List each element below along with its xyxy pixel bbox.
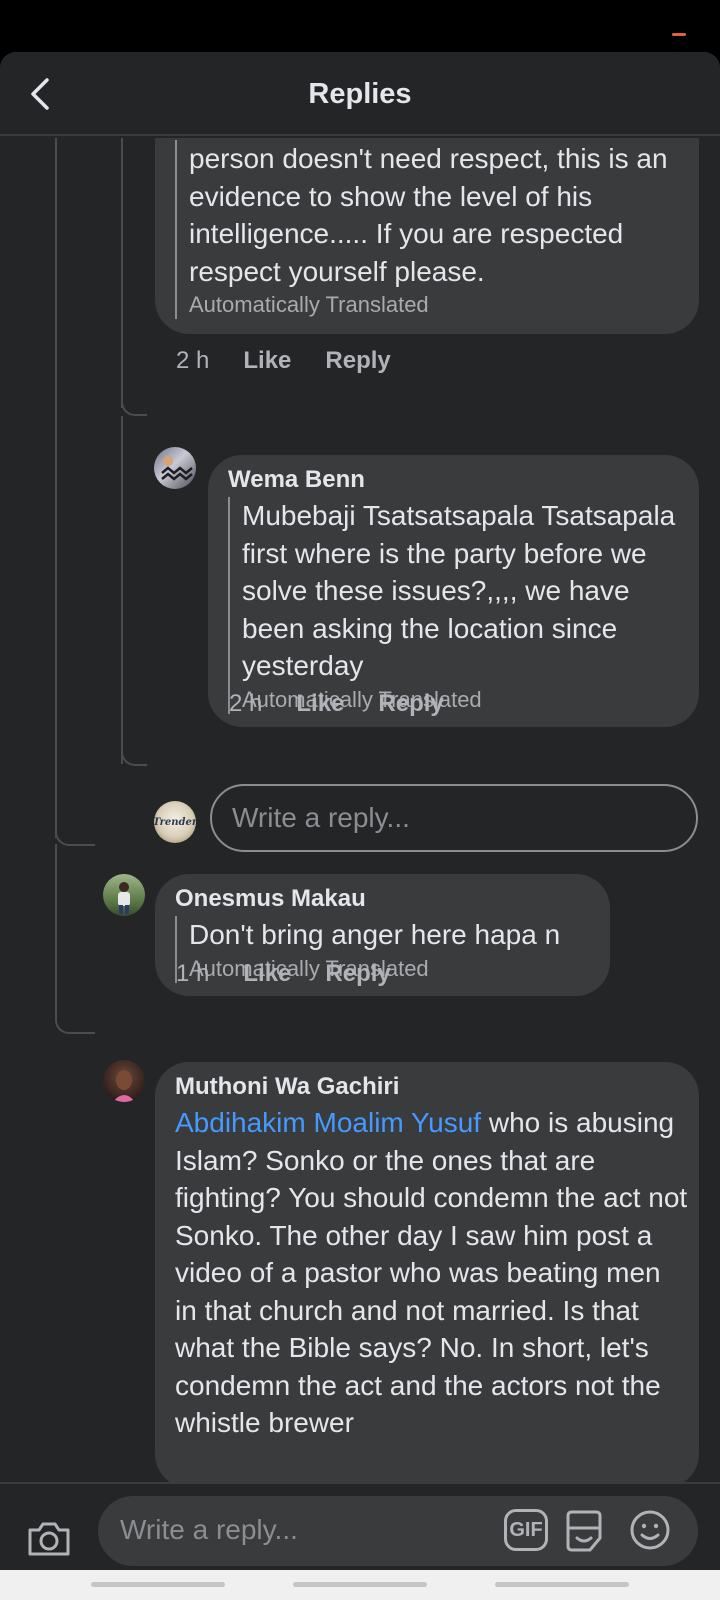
avatar-image [161,456,193,481]
comment-time: 1 h [176,960,210,987]
header: Replies [0,52,720,136]
status-bar [0,0,720,52]
avatar-logo-text: Trender [154,816,196,828]
translated-block: person doesn't need respect, this is an … [175,140,685,319]
comment-bubble: person doesn't need respect, this is an … [155,138,699,334]
translated-block: Mubebaji Tsatsatsapala Tsatsapala first … [228,497,683,714]
system-nav-bar [0,1570,720,1600]
mention-link[interactable]: Abdihakim Moalim Yusuf [175,1107,481,1138]
gif-label: GIF [509,1518,543,1541]
thread-elbow [55,828,95,846]
reply-button[interactable]: Reply [378,690,443,718]
replies-list: person doesn't need respect, this is an … [0,138,720,1482]
thread-line-inner-lower [121,416,123,764]
reply-button[interactable]: Reply [325,960,390,988]
inline-reply-placeholder: Write a reply... [232,802,410,833]
like-button[interactable]: Like [296,690,344,718]
composer-input[interactable]: Write a reply... GIF [98,1496,698,1566]
comment-author[interactable]: Muthoni Wa Gachiri [175,1072,399,1102]
thread-elbow [55,1016,95,1034]
avatar-image [118,882,130,914]
thread-line-outer-lower [55,844,57,1016]
comment-actions: 2 h Like Reply [229,690,444,718]
comment-bubble: Muthoni Wa Gachiri Abdihakim Moalim Yusu… [155,1062,699,1482]
nav-recents-button[interactable] [91,1582,225,1587]
composer-placeholder: Write a reply... [120,1514,298,1545]
comment-author[interactable]: Wema Benn [228,465,365,495]
like-button[interactable]: Like [243,347,291,375]
gif-button[interactable]: GIF [504,1509,548,1551]
avatar[interactable] [154,447,196,489]
thread-line-inner [121,138,123,408]
comment-bubble: Wema Benn Mubebaji Tsatsatsapala Tsatsap… [208,455,699,727]
emoji-icon [630,1510,670,1550]
comment-text: Mubebaji Tsatsatsapala Tsatsapala first … [242,500,676,681]
comment-time: 2 h [176,347,210,374]
like-button[interactable]: Like [243,960,291,988]
current-user-avatar: Trender [154,801,196,843]
camera-icon [28,1522,70,1556]
comment-actions: 2 h Like Reply [176,347,391,375]
comment-text: Don't bring anger here hapa n [189,919,561,950]
nav-home-button[interactable] [293,1582,427,1587]
page-title: Replies [308,78,412,110]
comment-text: person doesn't need respect, this is an … [189,143,668,287]
translation-label: Automatically Translated [189,292,429,317]
comment-actions: 1 h Like Reply [176,960,391,988]
nav-back-button[interactable] [495,1582,629,1587]
sticker-button[interactable] [562,1508,606,1554]
reply-button[interactable]: Reply [325,347,390,375]
inline-reply-input[interactable]: Write a reply... [210,784,698,852]
comment-text-body: who is abusing Islam? Sonko or the ones … [175,1107,688,1438]
thread-line-outer [55,138,57,838]
sticker-icon [566,1510,602,1552]
camera-button[interactable] [26,1516,72,1560]
emoji-button[interactable] [628,1508,672,1552]
comment-author[interactable]: Onesmus Makau [175,884,366,914]
avatar[interactable] [103,874,145,916]
thread-elbow [121,748,147,766]
status-indicator [672,33,686,36]
replies-sheet: Replies person doesn't need respect, thi… [0,52,720,1600]
avatar[interactable] [103,1060,145,1102]
avatar-image [113,1070,135,1102]
comment-text: Abdihakim Moalim Yusuf who is abusing Is… [175,1104,690,1442]
thread-elbow [121,398,147,416]
comment-time: 2 h [229,690,263,717]
